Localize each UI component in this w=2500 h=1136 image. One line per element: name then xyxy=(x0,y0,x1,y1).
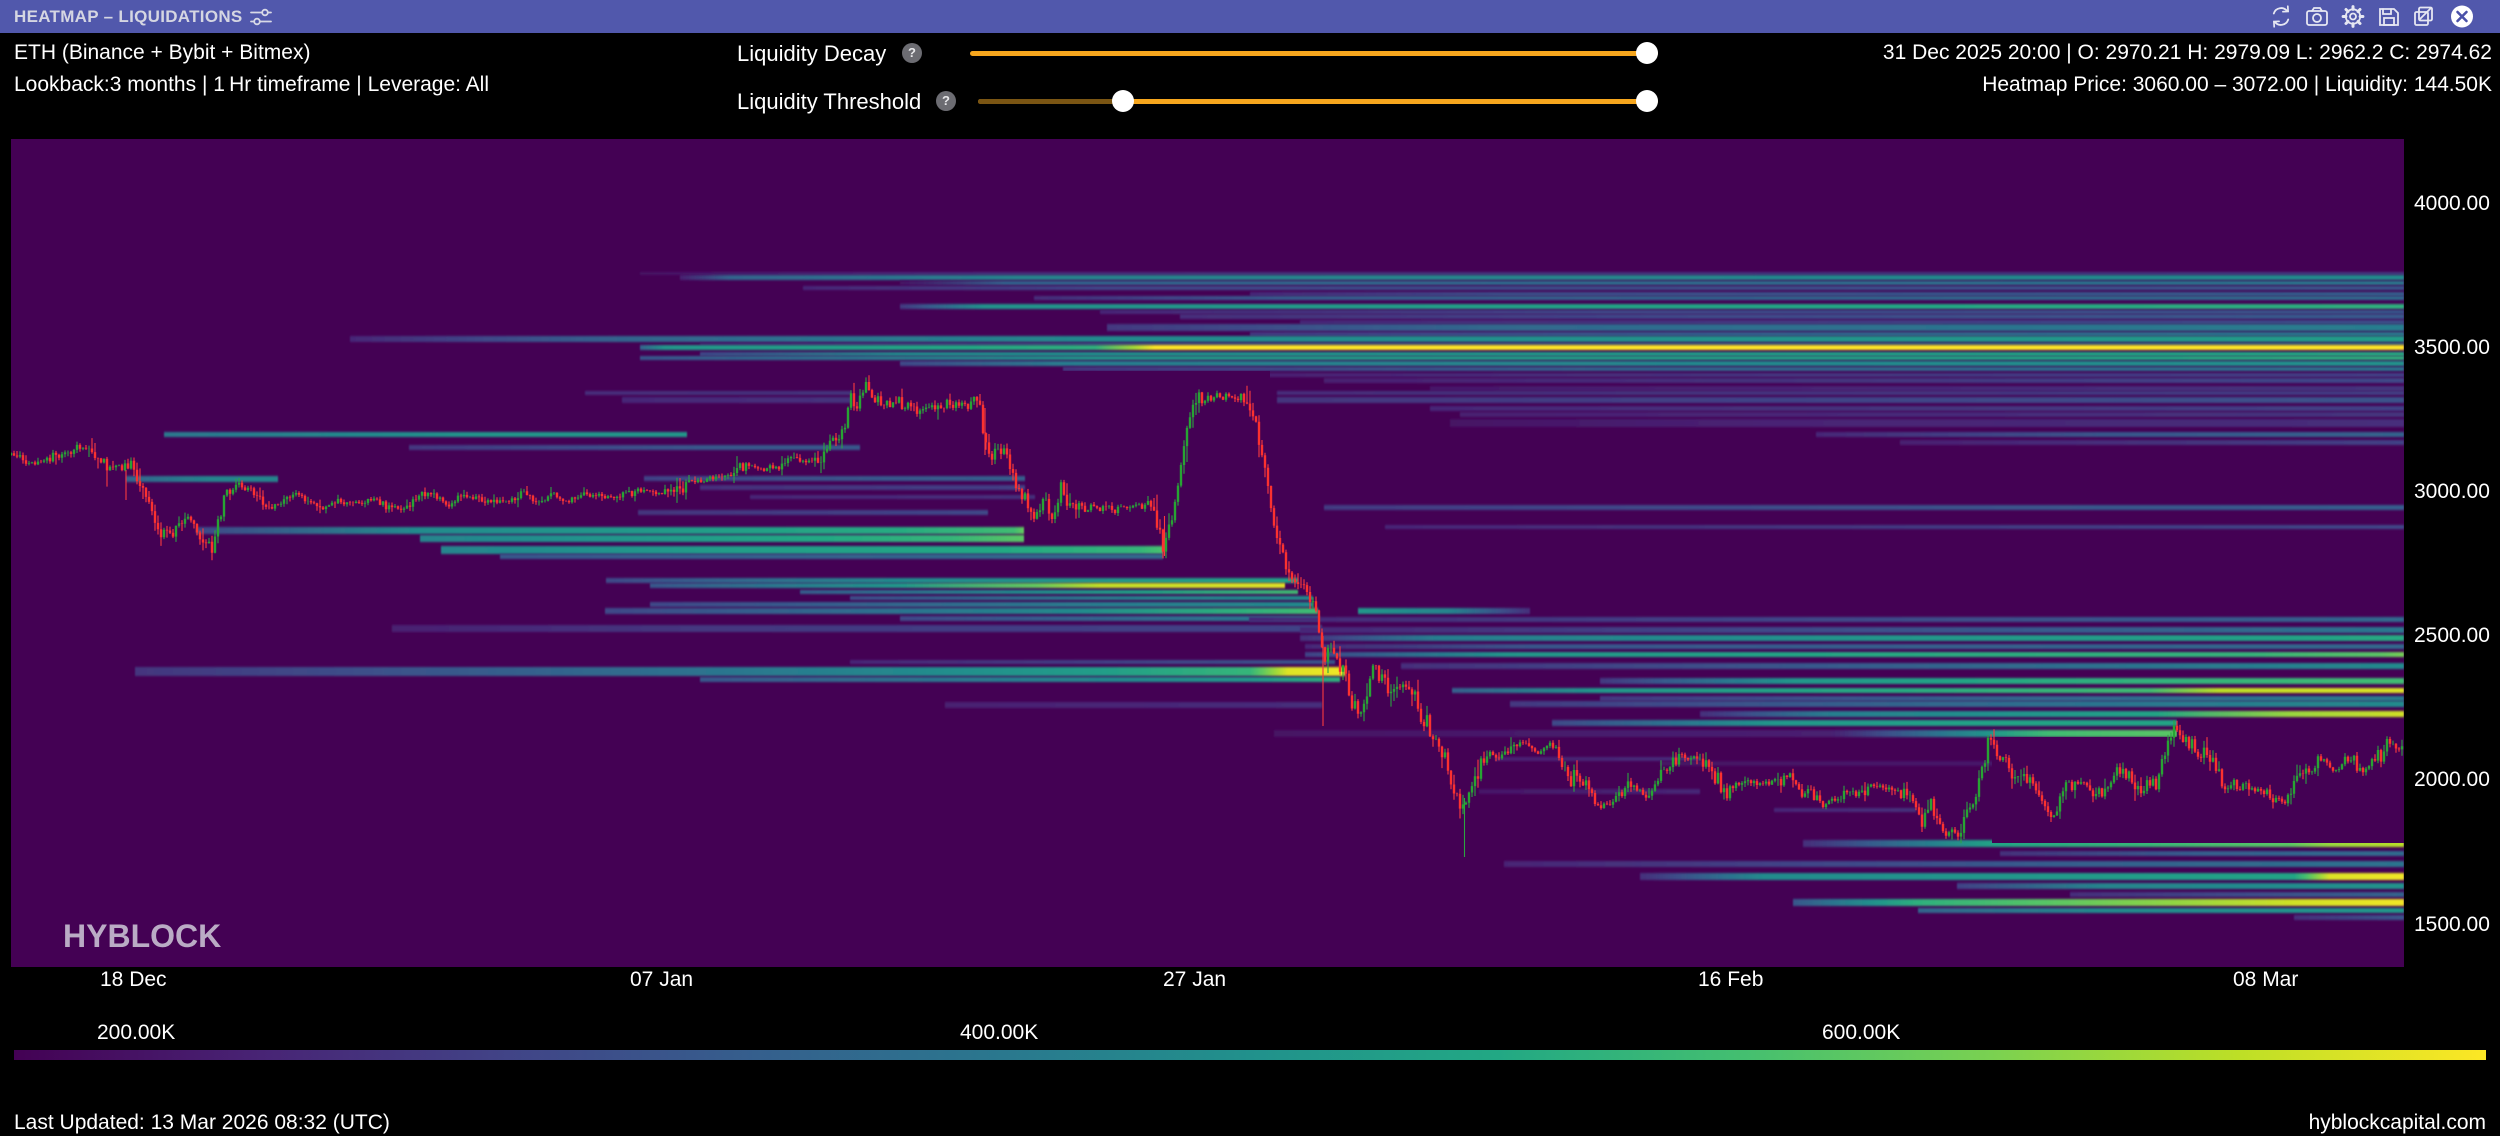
svg-text:HYBLOCK: HYBLOCK xyxy=(63,918,221,954)
